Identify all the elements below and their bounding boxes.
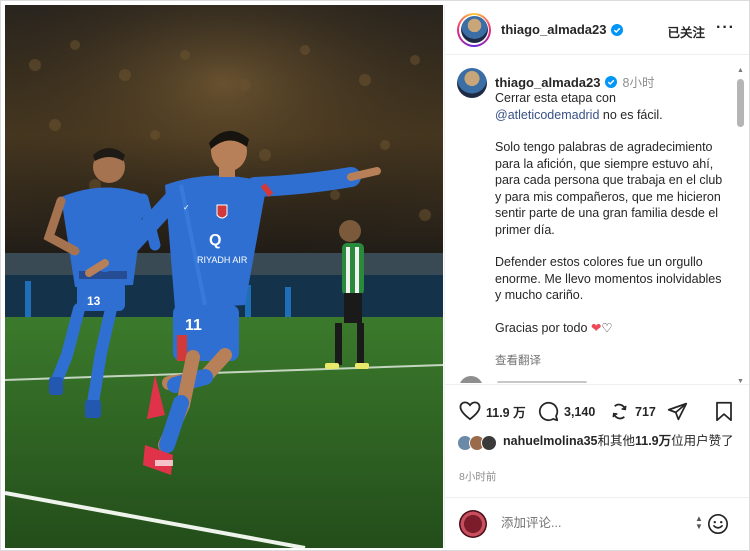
- caption-paragraph-4: Gracias por todo ❤♡: [495, 320, 613, 335]
- red-heart-emoji: ❤: [590, 320, 602, 335]
- action-bar: 11.9 万 3,140 717: [445, 384, 749, 436]
- repost-button[interactable]: 717: [609, 401, 656, 422]
- caption-paragraph-1: Cerrar esta etapa con @atleticodemadrid n…: [495, 91, 663, 122]
- scrollbar-thumb[interactable]: [737, 79, 744, 127]
- post-photo[interactable]: 13 ✓ Q RIYADH AIR 11: [5, 5, 443, 548]
- caption-username[interactable]: thiago_almada23: [495, 75, 601, 90]
- current-user-avatar[interactable]: [459, 510, 487, 538]
- comment-count: 3,140: [564, 404, 596, 419]
- caption-paragraph-2: Solo tengo palabras de agradecimiento pa…: [495, 140, 723, 237]
- like-button[interactable]: 11.9 万: [459, 401, 526, 421]
- repost-count: 717: [635, 404, 656, 419]
- bookmark-icon: [716, 401, 732, 422]
- caption-text: Cerrar esta etapa con @atleticodemadrid n…: [495, 90, 725, 336]
- liker-avatars[interactable]: [457, 435, 501, 451]
- post-timestamp[interactable]: 8小时前: [459, 469, 496, 484]
- share-button[interactable]: [667, 401, 688, 422]
- next-comment-partial: [459, 376, 659, 383]
- caption-scroll-area[interactable]: thiago_almada23 8小时 Cerrar esta etapa con…: [445, 56, 749, 383]
- likes-summary: nahuelmolina35和其他11.9万位用户赞了: [457, 433, 743, 451]
- svg-text:Q: Q: [209, 232, 221, 249]
- more-options-icon[interactable]: ···: [716, 19, 735, 37]
- verified-badge-icon: [610, 23, 623, 36]
- see-translation-link[interactable]: 查看翻译: [495, 352, 541, 368]
- liker-avatar: [481, 435, 497, 451]
- share-icon: [667, 402, 688, 421]
- save-button[interactable]: [715, 401, 733, 422]
- scroll-up-arrow-icon[interactable]: ▲: [736, 67, 745, 74]
- post-side-panel: thiago_almada23 已关注 ··· thiago_almada23 8…: [444, 5, 749, 548]
- caption-scrollbar[interactable]: ▲ ▼: [736, 67, 745, 385]
- caption-time[interactable]: 8小时: [623, 76, 655, 90]
- like-count: 11.9 万: [486, 405, 526, 420]
- resize-handle-icon[interactable]: ▲ ▼: [695, 515, 703, 531]
- svg-text:11: 11: [185, 317, 202, 334]
- comment-icon: [538, 401, 559, 422]
- football-celebration-image: 13 ✓ Q RIYADH AIR 11: [5, 5, 443, 548]
- comment-button[interactable]: 3,140: [538, 401, 595, 422]
- author-username[interactable]: thiago_almada23: [501, 22, 607, 37]
- mention-link[interactable]: @atleticodemadrid: [495, 108, 599, 122]
- caption-author-avatar[interactable]: [457, 68, 487, 98]
- emoji-icon[interactable]: [707, 513, 729, 535]
- author-avatar-story-ring[interactable]: [457, 12, 491, 47]
- liker-username[interactable]: nahuelmolina35: [503, 434, 597, 448]
- svg-text:✓: ✓: [183, 203, 190, 212]
- comment-avatar: [459, 376, 483, 383]
- heart-icon: [459, 401, 481, 421]
- repost-icon: [612, 403, 627, 420]
- svg-text:RIYADH AIR: RIYADH AIR: [197, 255, 248, 265]
- verified-badge-icon: [604, 76, 617, 88]
- svg-text:13: 13: [87, 294, 101, 308]
- post-header: thiago_almada23 已关注 ···: [445, 5, 749, 55]
- white-heart-emoji: ♡: [601, 320, 613, 335]
- comment-composer: ▲▼: [445, 497, 749, 548]
- likes-count-link[interactable]: 11.9万: [635, 434, 671, 448]
- comment-input[interactable]: [501, 516, 681, 530]
- following-button[interactable]: 已关注: [667, 22, 705, 41]
- post-window: 13 ✓ Q RIYADH AIR 11 thiago_almada23 已关注…: [0, 0, 750, 551]
- author-avatar: [460, 16, 488, 43]
- caption-paragraph-3: Defender estos colores fue un orgullo en…: [495, 255, 722, 302]
